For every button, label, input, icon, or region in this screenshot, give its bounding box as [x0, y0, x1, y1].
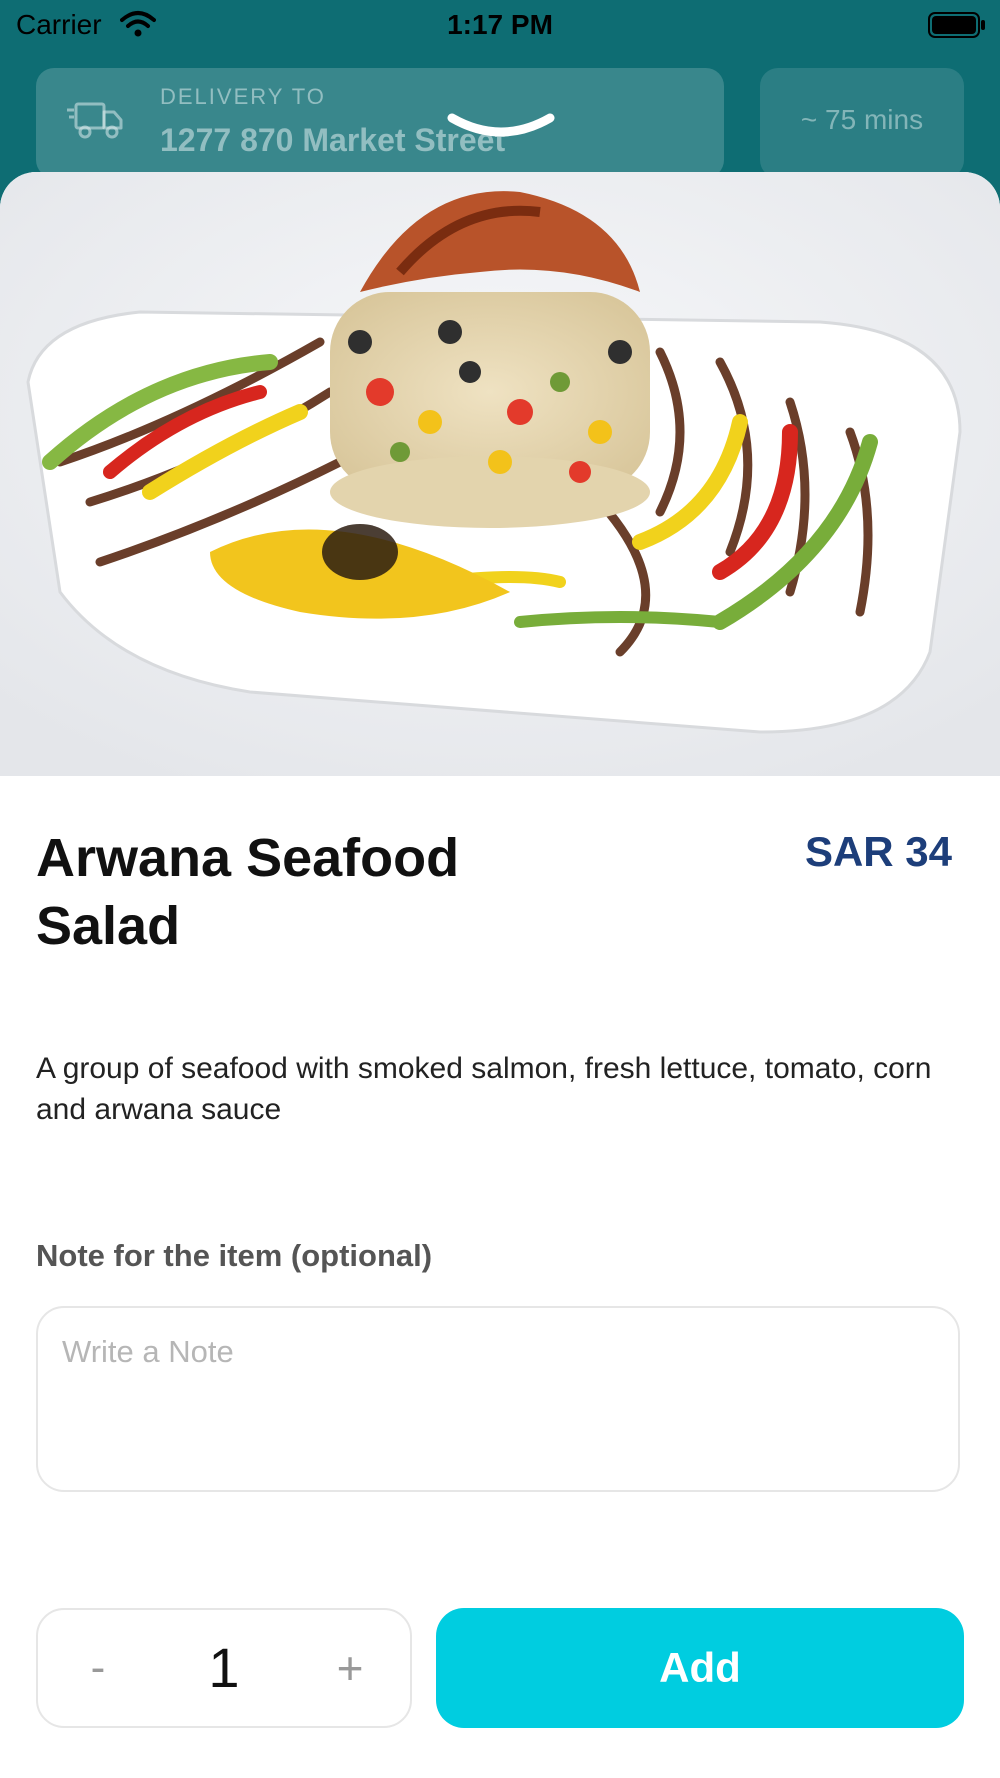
item-sheet: Arwana Seafood Salad SAR 34 A group of s… — [0, 172, 1000, 1778]
item-description: A group of seafood with smoked salmon, f… — [36, 1052, 932, 1126]
status-time: 1:17 PM — [447, 9, 553, 40]
delivery-to-label: DELIVERY TO — [160, 84, 326, 109]
status-bar: Carrier 1:17 PM — [0, 0, 1000, 50]
item-title: Arwana Seafood Salad — [36, 828, 460, 956]
note-input[interactable] — [36, 1306, 960, 1492]
delivery-truck-icon — [67, 102, 123, 139]
delivery-address-card[interactable]: DELIVERY TO 1277 870 Market Street — [36, 68, 724, 178]
chevron-down-icon[interactable] — [446, 110, 556, 144]
item-detail-screen: Carrier 1:17 PM DELIVERY TO 1277 870 Mar… — [0, 0, 1000, 1778]
battery-icon — [928, 12, 985, 38]
food-image — [0, 172, 1000, 776]
eta-text: ~ 75 mins — [800, 104, 924, 135]
decrease-quantity-button[interactable]: - — [68, 1632, 128, 1704]
quantity-stepper: - 1 + — [36, 1608, 412, 1728]
eta-card: ~ 75 mins — [760, 68, 964, 178]
increase-quantity-button[interactable]: + — [320, 1632, 380, 1704]
item-price: SAR 34 — [804, 828, 952, 875]
add-to-cart-button[interactable]: Add — [436, 1608, 964, 1728]
note-label: Note for the item (optional) — [36, 1238, 433, 1273]
quantity-value: 1 — [208, 1636, 240, 1699]
